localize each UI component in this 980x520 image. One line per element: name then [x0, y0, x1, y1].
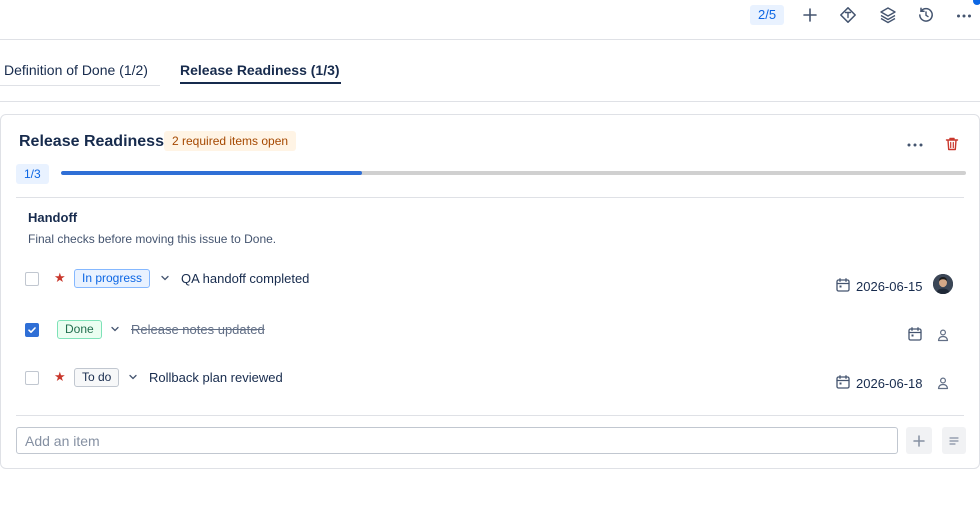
due-date[interactable]: 2026-06-18: [856, 376, 923, 391]
checklist-item: Done Release notes updated: [1, 315, 979, 345]
plus-icon: [913, 434, 925, 447]
section-description: Final checks before moving this issue to…: [28, 232, 277, 246]
notes-button[interactable]: [942, 427, 966, 454]
checklist-card: Release Readiness 2 required items open …: [0, 114, 980, 469]
status-pill[interactable]: In progress: [74, 269, 151, 288]
diamond-icon[interactable]: [836, 3, 860, 27]
trash-icon[interactable]: [941, 133, 963, 155]
more-icon[interactable]: [952, 3, 976, 27]
checklist-more-icon[interactable]: [903, 135, 927, 155]
layers-icon[interactable]: [876, 3, 900, 27]
section-title: Handoff: [28, 210, 78, 225]
status-pill[interactable]: Done: [57, 320, 102, 339]
add-item-button[interactable]: [906, 427, 932, 454]
divider: [16, 197, 964, 198]
item-text[interactable]: Release notes updated: [131, 322, 265, 337]
item-text[interactable]: QA handoff completed: [181, 271, 309, 286]
plus-icon[interactable]: [798, 3, 822, 27]
checklist-title: Release Readiness: [19, 133, 164, 150]
calendar-icon[interactable]: [835, 374, 851, 390]
item-checkbox[interactable]: [25, 371, 39, 385]
calendar-icon[interactable]: [835, 277, 851, 293]
avatar[interactable]: [933, 274, 953, 294]
required-star-icon: ★: [54, 369, 66, 384]
divider: [16, 415, 964, 416]
progress-bar-fill: [61, 171, 363, 175]
item-text[interactable]: Rollback plan reviewed: [149, 370, 283, 385]
active-tab-indicator: [180, 82, 341, 84]
due-date[interactable]: 2026-06-15: [856, 279, 923, 294]
item-checkbox[interactable]: [25, 272, 39, 286]
required-items-badge: 2 required items open: [164, 131, 297, 151]
item-counter-badge[interactable]: 2/5: [750, 5, 785, 25]
item-checkbox[interactable]: [25, 323, 39, 337]
top-toolbar: 2/5: [0, 0, 980, 40]
chevron-down-icon[interactable]: [127, 371, 139, 383]
tab-divider: [0, 85, 160, 86]
progress-label: 1/3: [16, 164, 49, 184]
lines-icon: [949, 436, 959, 445]
tab-definition-of-done[interactable]: Definition of Done (1/2): [4, 61, 148, 79]
person-icon[interactable]: [936, 376, 950, 390]
chevron-down-icon[interactable]: [159, 272, 171, 284]
checklist-tabs: Definition of Done (1/2) Release Readine…: [0, 41, 980, 102]
checkmark-icon: [28, 327, 36, 333]
status-pill[interactable]: To do: [74, 368, 120, 387]
required-star-icon: ★: [54, 270, 66, 285]
checklist-item: ★ To do Rollback plan reviewed 2026-06-1…: [1, 363, 979, 393]
progress-bar: [61, 171, 966, 175]
checklist-item: ★ In progress QA handoff completed 2026-…: [1, 264, 979, 294]
tab-release-readiness[interactable]: Release Readiness (1/3): [180, 61, 340, 79]
add-item-input[interactable]: [16, 427, 898, 454]
history-icon[interactable]: [914, 3, 938, 27]
calendar-icon[interactable]: [907, 326, 923, 342]
person-icon[interactable]: [936, 328, 950, 342]
notification-dot: [973, 0, 980, 5]
chevron-down-icon[interactable]: [109, 323, 121, 335]
